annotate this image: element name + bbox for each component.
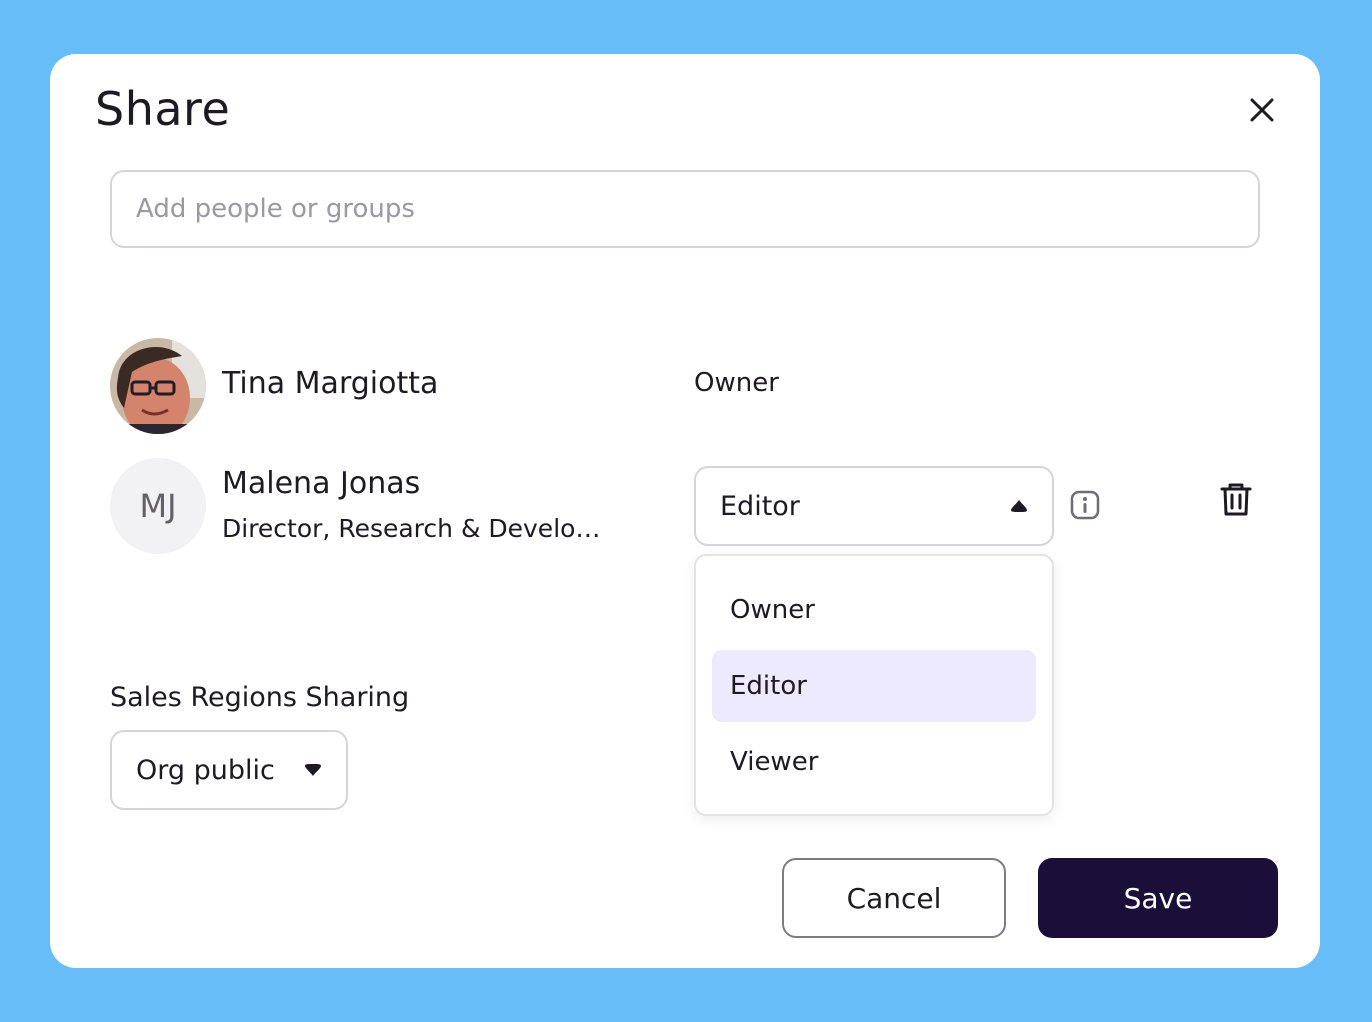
remove-person-button[interactable] [1218,482,1256,520]
save-button[interactable]: Save [1038,858,1278,938]
info-icon [1070,490,1100,520]
person-name: Malena Jonas [222,466,421,501]
add-people-input[interactable] [110,170,1260,248]
user-photo-icon [110,338,206,434]
person-title: Director, Research & Develo… [222,514,601,543]
owner-role-label: Owner [694,368,779,398]
avatar-malena-jonas: MJ [110,458,206,554]
share-dialog: Share Tina Margiotta Owner MJ Malena Jon… [50,54,1320,968]
role-option-editor[interactable]: Editor [712,650,1036,722]
caret-up-icon [1011,500,1027,512]
sales-regions-select[interactable]: Org public [110,730,348,810]
role-option-owner[interactable]: Owner [712,574,1036,646]
info-button[interactable] [1070,490,1102,522]
avatar-tina-margiotta [110,338,206,434]
sales-regions-value: Org public [136,754,275,786]
close-button[interactable] [1242,90,1282,130]
role-option-viewer[interactable]: Viewer [712,726,1036,798]
caret-down-icon [305,764,321,776]
role-select-value: Editor [720,490,800,522]
dialog-title: Share [95,82,231,136]
person-name: Tina Margiotta [222,366,439,401]
trash-icon [1220,483,1252,516]
close-icon [1250,98,1274,122]
sales-regions-label: Sales Regions Sharing [110,682,410,713]
role-dropdown-menu: Owner Editor Viewer [694,554,1054,816]
role-select[interactable]: Editor [694,466,1054,546]
cancel-button[interactable]: Cancel [782,858,1006,938]
